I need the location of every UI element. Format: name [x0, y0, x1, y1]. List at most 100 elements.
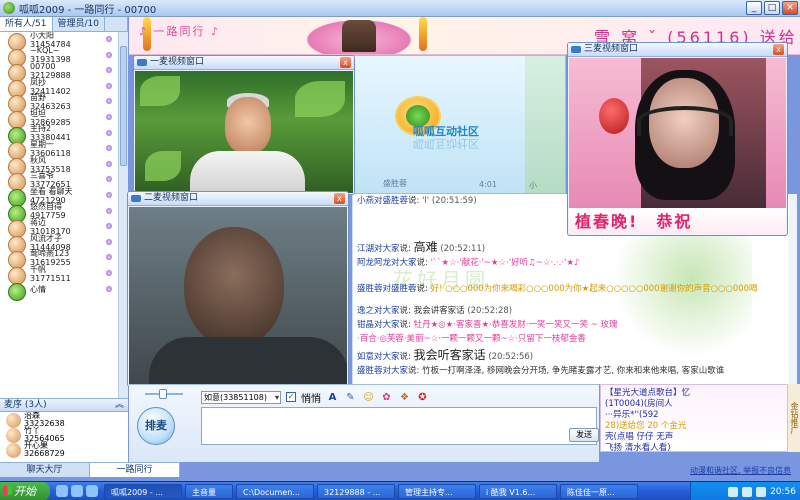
- queue-mic-button[interactable]: 排麦: [137, 407, 175, 445]
- video-window-1-titlebar[interactable]: 一麦视频窗口 x: [134, 56, 354, 70]
- user-panel: 所有人/51 管理员/10 小大阳 31454784 ~KQL~ 31931398 00…: [0, 17, 128, 468]
- chat-sender[interactable]: 江湖对大家: [357, 244, 400, 254]
- minimize-button[interactable]: _: [746, 1, 762, 15]
- gift-announcement[interactable]: 【星光大道点歌台】忆 (1T0004)(房间人 ···异乐*''(592 28)送给您…: [600, 384, 788, 452]
- emoji-icon[interactable]: ☺: [362, 391, 375, 404]
- user-list-item[interactable]: 悠然自得 4917759: [0, 202, 118, 223]
- user-list-item[interactable]: 莺啼燕123 31619255: [0, 249, 118, 270]
- chat-sender[interactable]: 如意对大家: [357, 352, 400, 362]
- maximize-button[interactable]: □: [764, 1, 780, 15]
- chat-sender[interactable]: 盛胜蓉对大家: [357, 366, 408, 376]
- chat-scrollbar[interactable]: [789, 194, 797, 384]
- announcement-line: 【星光大道点歌台】忆: [605, 388, 691, 398]
- taskbar-task[interactable]: 主音量: [185, 483, 233, 499]
- video-window-2[interactable]: 二麦视频窗口 x: [127, 191, 349, 387]
- video-window-3-titlebar[interactable]: 三麦视频窗口 x: [568, 43, 787, 57]
- user-list-item[interactable]: 小大阳 31454784: [0, 32, 118, 51]
- plush-toy: [599, 98, 629, 134]
- chat-text: 我会听客家话: [413, 348, 486, 362]
- taskbar-task[interactable]: 32129888 - ...: [317, 483, 395, 499]
- user-nickname: 千帆: [30, 264, 46, 274]
- video-caption: 植春晚! 恭祝: [569, 208, 786, 234]
- chat-sender[interactable]: 逸之对大家: [357, 306, 400, 316]
- desktop-icon[interactable]: [56, 485, 68, 497]
- user-list-item[interactable]: 凤抄 32411402: [0, 77, 118, 98]
- tab-chat-hall[interactable]: 聊天大厅: [0, 463, 90, 477]
- send-button[interactable]: 发送: [569, 428, 599, 442]
- announcement-line: (1T0004)(房间人: [605, 399, 673, 409]
- user-nickname: 凤抄: [30, 77, 46, 87]
- volume-slider[interactable]: [145, 389, 183, 399]
- tab-room[interactable]: 一路同行: [90, 463, 180, 477]
- taskbar-task[interactable]: C:\Documen...: [236, 483, 314, 499]
- user-list-item[interactable]: 00700 32129888: [0, 61, 118, 83]
- font-icon[interactable]: A: [326, 391, 339, 404]
- announcement-line: 壳(点唱 仔仔 无声: [605, 432, 674, 442]
- taskbar-task[interactable]: 管理主持专...: [398, 483, 476, 499]
- chat-message: 如意对大家说: 我会听客家话 (20:52:56): [357, 346, 533, 363]
- taskbar-task[interactable]: i 酷我 V1.6...: [479, 483, 557, 499]
- user-list-item[interactable]: 千帆 31771511: [0, 264, 118, 285]
- media-icon[interactable]: [86, 485, 98, 497]
- leaf-decoration: [295, 81, 345, 117]
- volume-icon[interactable]: [742, 486, 753, 497]
- announcement-line: ···异乐*''(592: [605, 410, 659, 420]
- user-list-item[interactable]: 坐看 看聊天 4721290: [0, 187, 118, 207]
- video-window-2-titlebar[interactable]: 二麦视频窗口 x: [128, 192, 348, 206]
- chat-sender[interactable]: 小燕对盛胜蓉: [357, 196, 408, 206]
- report-link[interactable]: 动漫和谐社区, 举报不良信息: [690, 465, 791, 476]
- stamp-icon[interactable]: ✪: [416, 391, 429, 404]
- tab-all-users[interactable]: 所有人/51: [0, 17, 53, 31]
- video-window-1[interactable]: 一麦视频窗口 x: [133, 55, 355, 195]
- taskbar-task[interactable]: 呱呱2009 - ...: [104, 483, 182, 499]
- user-nickname: 00700: [30, 61, 56, 71]
- video-window-3[interactable]: 三麦视频窗口 x 植春晚! 恭祝: [567, 42, 788, 236]
- promo-side-label[interactable]: 金钻推广: [788, 384, 800, 452]
- close-button[interactable]: ✕: [782, 1, 798, 15]
- chat-sender[interactable]: 阿龙阿龙对大家: [357, 258, 417, 268]
- mic-queue-header[interactable]: 麦序 (3人) ︽: [0, 398, 128, 412]
- close-icon[interactable]: x: [334, 193, 345, 204]
- start-button[interactable]: 开始: [0, 481, 50, 500]
- chat-text: ·百合·◎芙蓉·美丽~☆·一颗一颗又一颗~☆·只留下一枝郁金香: [357, 334, 586, 344]
- taskbar-task[interactable]: 陈佳佳一原...: [560, 483, 638, 499]
- queue-item[interactable]: 治森 33232638: [0, 412, 128, 428]
- user-list-item[interactable]: 主持2 33380441: [0, 124, 118, 145]
- security-icon[interactable]: [756, 486, 767, 497]
- close-icon[interactable]: x: [340, 57, 351, 68]
- recipient-select[interactable]: 如意(33851108): [201, 390, 281, 404]
- brush-icon[interactable]: ✎: [344, 391, 357, 404]
- system-tray: 20:56: [690, 482, 800, 500]
- chat-timestamp: (20:52:56): [488, 352, 534, 362]
- chevron-up-icon[interactable]: ︽: [115, 399, 124, 411]
- user-list-item[interactable]: 心情: [0, 282, 118, 301]
- flower-decoration: [602, 214, 752, 374]
- close-icon[interactable]: x: [773, 44, 784, 55]
- message-input[interactable]: [201, 407, 597, 445]
- user-list-item[interactable]: 三喜爷 33772651: [0, 171, 118, 192]
- avatar: [6, 443, 21, 458]
- user-list-item[interactable]: 秋风 33753518: [0, 156, 118, 176]
- queue-user: 开心果 32668729: [24, 441, 65, 458]
- user-list-item[interactable]: 风流才子 31444098: [0, 234, 118, 254]
- chat-sender[interactable]: 盛胜蓉对盛胜蓉: [357, 284, 417, 294]
- network-icon[interactable]: [728, 486, 739, 497]
- flower-icon[interactable]: ✿: [380, 391, 393, 404]
- user-list-item[interactable]: 坦坦 32869285: [0, 109, 118, 129]
- user-list-item[interactable]: 蒋迈 31018170: [0, 218, 118, 239]
- user-list-item[interactable]: 星期一 33606118: [0, 140, 118, 161]
- user-list-item[interactable]: ~KQL~ 31931398: [0, 46, 118, 67]
- status-icon: [106, 67, 112, 74]
- slider-knob[interactable]: [159, 389, 167, 399]
- chat-sender[interactable]: 钳晶对大家: [357, 320, 400, 330]
- chat-timestamp: (20:51:59): [431, 196, 477, 206]
- user-list-item[interactable]: 苗野 32463263: [0, 93, 118, 114]
- private-checkbox[interactable]: ✓: [286, 392, 296, 402]
- scrollbar-thumb[interactable]: [120, 46, 127, 166]
- queue-item[interactable]: 开心果 32668729: [0, 441, 128, 458]
- queue-item[interactable]: 竹丫 32564065: [0, 426, 128, 443]
- tab-admins[interactable]: 管理员/10: [53, 17, 105, 31]
- browser-icon[interactable]: [71, 485, 83, 497]
- gift-icon[interactable]: ❖: [398, 391, 411, 404]
- camera-icon: [137, 59, 147, 66]
